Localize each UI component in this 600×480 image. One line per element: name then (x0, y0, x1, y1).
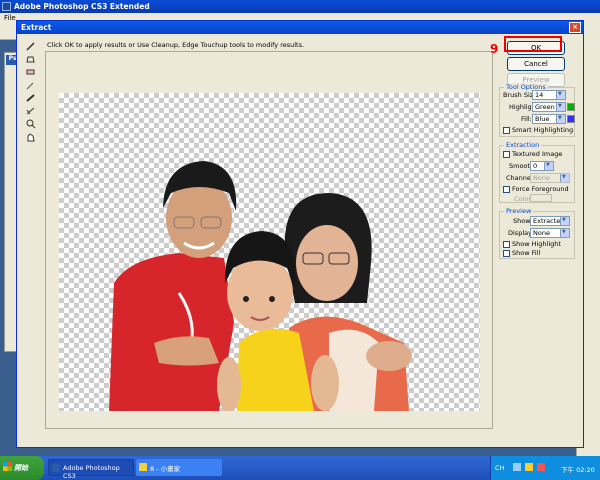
start-button[interactable]: 開始 (0, 456, 44, 480)
channel-dropdown-icon[interactable] (560, 173, 569, 182)
ok-highlight-box (504, 36, 562, 52)
preview-title: Preview (504, 207, 534, 215)
fill-color-swatch[interactable] (567, 115, 575, 123)
fill-tool-icon[interactable] (23, 52, 37, 64)
preview-group: Preview Show: Extracted Display: None Sh… (499, 207, 575, 259)
extraction-title: Extraction (504, 141, 542, 149)
smooth-field[interactable]: 0 (530, 161, 554, 171)
menu-file[interactable]: File (4, 14, 16, 22)
taskbar-item-photoshop[interactable]: Adobe Photoshop CS3 (48, 459, 134, 480)
close-icon[interactable]: × (569, 22, 581, 33)
photoshop-app-icon (2, 2, 11, 11)
start-label: 開始 (14, 464, 28, 472)
taskbar-item-photoshop-label: Adobe Photoshop CS3 (63, 464, 120, 480)
fill-label: Fill: (521, 115, 532, 123)
force-foreground-color-swatch[interactable] (530, 194, 552, 202)
smooth-value: 0 (533, 162, 538, 170)
textured-image-checkbox[interactable] (503, 151, 510, 158)
channel-value: None (533, 174, 550, 182)
smart-highlighting-checkbox[interactable] (503, 127, 510, 134)
extracted-image-preview[interactable] (59, 93, 480, 413)
highlight-dropdown-icon[interactable] (556, 102, 565, 111)
show-fill-checkbox[interactable] (503, 250, 510, 257)
security-icon[interactable] (537, 463, 545, 471)
step-number-annotation: 9 (490, 42, 499, 56)
smart-highlighting-label: Smart Highlighting (512, 126, 574, 134)
system-tray: CH 下午 02:20 (490, 456, 600, 480)
zoom-tool-icon[interactable] (23, 117, 37, 129)
photoshop-title-bar: Adobe Photoshop CS3 Extended (0, 0, 600, 13)
dialog-title: Extract (21, 23, 52, 32)
clock: 下午 02:20 (561, 466, 595, 474)
language-indicator[interactable]: CH (495, 464, 504, 472)
show-highlight-label: Show Highlight (512, 240, 561, 248)
show-fill-label: Show Fill (512, 249, 541, 257)
highlight-select[interactable]: Green (532, 102, 566, 112)
extraction-group: Extraction Textured Image Smooth: 0 Chan… (499, 141, 575, 203)
eyedropper-tool-icon[interactable] (23, 78, 37, 90)
display-value: None (533, 229, 550, 237)
eraser-tool-icon[interactable] (23, 65, 37, 77)
display-dropdown-icon[interactable] (560, 228, 569, 237)
highlight-color-swatch[interactable] (567, 103, 575, 111)
cancel-button[interactable]: Cancel (507, 57, 565, 71)
cleanup-tool-icon[interactable] (23, 91, 37, 103)
brush-size-field[interactable]: 14 (532, 90, 566, 100)
network-icon[interactable] (513, 463, 521, 471)
display-select[interactable]: None (530, 228, 570, 238)
tool-options-group: Tool Options Brush Size: 14 Highlight: G… (499, 83, 575, 137)
highlight-value: Green (535, 103, 555, 111)
hand-tool-icon[interactable] (23, 130, 37, 142)
show-select[interactable]: Extracted (530, 216, 570, 226)
photoshop-title: Adobe Photoshop CS3 Extended (14, 2, 150, 11)
brush-size-dropdown-icon[interactable] (556, 90, 565, 99)
fill-dropdown-icon[interactable] (556, 114, 565, 123)
family-photo (109, 161, 412, 413)
fill-value: Blue (535, 115, 550, 123)
textured-image-label: Textured Image (512, 150, 563, 158)
fill-select[interactable]: Blue (532, 114, 566, 124)
show-dropdown-icon[interactable] (560, 216, 569, 225)
dialog-title-bar: Extract (17, 21, 583, 34)
photoshop-app-icon (52, 464, 60, 472)
edge-touchup-tool-icon[interactable] (23, 104, 37, 116)
force-foreground-label: Force Foreground (512, 185, 569, 193)
windows-logo-icon (3, 462, 12, 471)
channel-select[interactable]: None (530, 173, 570, 183)
instructions-text: Click OK to apply results or Use Cleanup… (47, 41, 305, 49)
paint-app-icon (139, 463, 147, 471)
taskbar: 開始 Adobe Photoshop CS3 8 - 小畫家 CH 下午 02:… (0, 456, 600, 480)
brush-size-value: 14 (535, 91, 544, 99)
force-foreground-checkbox[interactable] (503, 186, 510, 193)
volume-icon[interactable] (525, 463, 533, 471)
taskbar-item-paint[interactable]: 8 - 小畫家 (136, 459, 222, 476)
show-highlight-checkbox[interactable] (503, 241, 510, 248)
edge-highlighter-tool-icon[interactable] (23, 39, 37, 51)
smooth-dropdown-icon[interactable] (544, 161, 553, 170)
taskbar-item-paint-label: 8 - 小畫家 (150, 465, 181, 473)
extract-dialog: Extract × Click OK to apply results or U… (16, 20, 584, 448)
extract-tools (23, 39, 41, 142)
